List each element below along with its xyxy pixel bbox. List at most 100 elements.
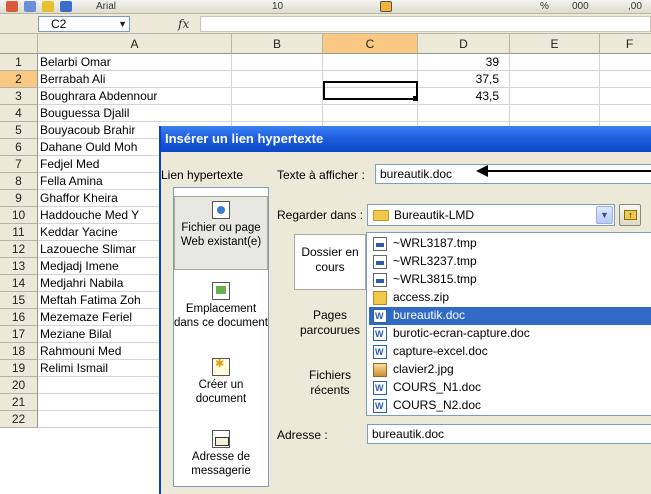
row-header[interactable]: 21 (0, 394, 38, 411)
score-cell[interactable] (418, 105, 510, 122)
row-header[interactable]: 5 (0, 122, 38, 139)
name-box[interactable]: C2 ▼ (38, 16, 130, 32)
file-item[interactable]: ~WRL3237.tmp (369, 253, 651, 271)
nav-browsed-pages[interactable]: Pages parcourues (294, 302, 366, 346)
row-header[interactable]: 16 (0, 309, 38, 326)
table-cell[interactable] (510, 88, 600, 105)
nav-current-folder[interactable]: Dossier en cours (294, 234, 366, 290)
chevron-down-icon[interactable]: ▼ (596, 206, 613, 224)
place-new-document[interactable]: Créer un document (174, 357, 268, 410)
dialog-title[interactable]: Insérer un lien hypertexte (161, 126, 651, 152)
name-cell[interactable]: Berrabah Ali (38, 71, 232, 88)
score-cell[interactable]: 37,5 (418, 71, 510, 88)
row-header[interactable]: 4 (0, 105, 38, 122)
row-header[interactable]: 7 (0, 156, 38, 173)
row-header[interactable]: 1 (0, 54, 38, 71)
row-header[interactable]: 6 (0, 139, 38, 156)
row-header[interactable]: 19 (0, 360, 38, 377)
file-list: ~WRL3187.tmp ~WRL3237.tmp ~WRL3815.tmp acce… (366, 232, 651, 416)
toolbar-icon[interactable] (60, 1, 72, 12)
row-header[interactable]: 3 (0, 88, 38, 105)
row-header[interactable]: 22 (0, 411, 38, 428)
table-cell[interactable] (510, 71, 600, 88)
table-cell[interactable] (232, 54, 323, 71)
thousands-button[interactable]: 000 (572, 1, 589, 13)
file-item[interactable]: bureautik.doc (369, 307, 651, 325)
row-header[interactable]: 9 (0, 190, 38, 207)
file-item[interactable]: burotic-ecran-capture.doc (369, 325, 651, 343)
font-name-box[interactable]: Arial (96, 1, 116, 13)
place-email[interactable]: Adresse de messagerie (174, 430, 268, 480)
table-cell[interactable] (232, 105, 323, 122)
row-header[interactable]: 12 (0, 241, 38, 258)
column-header-f[interactable]: F (600, 34, 651, 54)
row-header[interactable]: 2 (0, 71, 38, 88)
up-one-folder-button[interactable]: ↑ (619, 204, 641, 226)
select-all-corner[interactable] (0, 34, 38, 54)
row-header[interactable]: 13 (0, 258, 38, 275)
toolbar-icon[interactable] (380, 1, 392, 12)
row-header[interactable]: 11 (0, 224, 38, 241)
text-to-display-input[interactable]: bureautik.doc (375, 164, 651, 184)
score-cell[interactable]: 43,5 (418, 88, 510, 105)
row-header[interactable]: 20 (0, 377, 38, 394)
place-label: Créer un document (195, 379, 247, 405)
file-item[interactable]: access.zip (369, 289, 651, 307)
row-header[interactable]: 17 (0, 326, 38, 343)
toolbar-icon[interactable] (6, 1, 18, 12)
chevron-down-icon[interactable]: ▼ (118, 17, 127, 31)
jpg-file-icon (373, 363, 387, 377)
table-cell[interactable] (323, 105, 418, 122)
table-cell[interactable] (600, 105, 651, 122)
table-cell[interactable] (600, 88, 651, 105)
file-item[interactable]: capture-excel.doc (369, 343, 651, 361)
fill-handle[interactable] (413, 96, 418, 101)
annotation-arrow (481, 170, 651, 172)
toolbar-icon[interactable] (24, 1, 36, 12)
insert-hyperlink-dialog: Insérer un lien hypertexte Lien hypertex… (159, 126, 651, 494)
nav-recent-files[interactable]: Fichiers récents (294, 362, 366, 406)
file-name: access.zip (393, 290, 450, 304)
column-header-e[interactable]: E (510, 34, 600, 54)
table-cell[interactable] (600, 71, 651, 88)
function-icon[interactable]: fx (178, 17, 189, 31)
formula-input[interactable] (200, 16, 651, 32)
column-header-d[interactable]: D (418, 34, 510, 54)
table-cell[interactable] (510, 105, 600, 122)
row-header[interactable]: 18 (0, 343, 38, 360)
score-cell[interactable]: 39 (418, 54, 510, 71)
font-size-box[interactable]: 10 (272, 1, 283, 13)
address-input[interactable]: bureautik.doc (367, 424, 651, 444)
row-header[interactable]: 8 (0, 173, 38, 190)
active-cell-c2[interactable] (323, 81, 418, 100)
file-item[interactable]: COURS_N1.doc (369, 379, 651, 397)
decimals-button[interactable]: ,00 (628, 1, 642, 13)
name-cell[interactable]: Bouguessa Djalil (38, 105, 232, 122)
name-cell[interactable]: Belarbi Omar (38, 54, 232, 71)
browse-nav: Dossier en cours Pages parcourues Fichie… (294, 232, 366, 416)
percent-button[interactable]: % (540, 1, 549, 13)
file-item[interactable]: COURS_N2.doc (369, 397, 651, 415)
row-header[interactable]: 14 (0, 275, 38, 292)
doc-file-icon (373, 327, 387, 341)
table-cell[interactable] (232, 88, 323, 105)
row-header[interactable]: 15 (0, 292, 38, 309)
file-name: ~WRL3237.tmp (393, 254, 477, 268)
toolbar-icon[interactable] (42, 1, 54, 12)
file-item[interactable]: clavier2.jpg (369, 361, 651, 379)
table-cell[interactable] (510, 54, 600, 71)
table-cell[interactable] (232, 71, 323, 88)
place-existing-file[interactable]: Fichier ou page Web existant(e) (174, 196, 268, 270)
table-cell[interactable] (323, 54, 418, 71)
look-in-select[interactable]: Bureautik-LMD ▼ (367, 204, 615, 226)
place-in-document[interactable]: Emplacement dans ce document (174, 282, 268, 346)
column-header-c[interactable]: C (323, 34, 418, 54)
name-cell[interactable]: Boughrara Abdennour (38, 88, 232, 105)
table-cell[interactable] (600, 54, 651, 71)
column-header-a[interactable]: A (38, 34, 232, 54)
file-item[interactable]: ~WRL3187.tmp (369, 235, 651, 253)
excel-toolbar: Arial 10 % 000 ,00 (0, 0, 651, 14)
file-item[interactable]: ~WRL3815.tmp (369, 271, 651, 289)
row-header[interactable]: 10 (0, 207, 38, 224)
column-header-b[interactable]: B (232, 34, 323, 54)
